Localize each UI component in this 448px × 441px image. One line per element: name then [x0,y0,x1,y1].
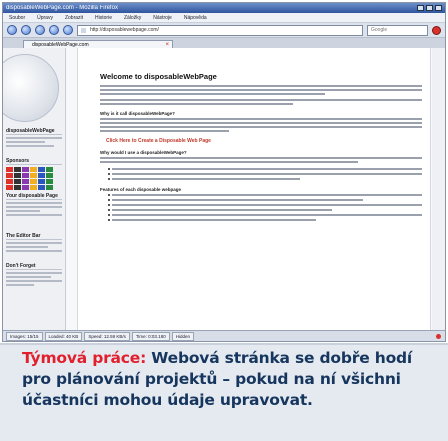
sponsor-logo-icon[interactable] [30,173,37,178]
section-heading: Why would I use a disposableWebPage? [100,150,187,155]
window-title: disposableWebPage.com - Mozilla Firefox [6,5,118,11]
window-titlebar: disposableWebPage.com - Mozilla Firefox [3,3,445,13]
site-logo [3,54,59,122]
list-item [108,213,422,217]
status-time: Time: 0:03.180 [131,331,170,341]
list-item [108,208,422,212]
sidebar-heading: The Editor Bar [6,233,62,240]
section-heading: Features of each disposable webpage [100,187,182,192]
sponsor-logo-icon[interactable] [38,179,45,184]
list-item [108,198,422,202]
list-item [108,172,422,176]
caption: Týmová práce: Webová stránka se dobře ho… [22,348,442,411]
sidebar-heading: Sponsors [6,158,62,165]
sponsor-logo-icon[interactable] [38,167,45,172]
caption-panel: Týmová práce: Webová stránka se dobře ho… [0,345,448,441]
sponsor-logo-icon[interactable] [30,179,37,184]
forward-icon[interactable] [21,25,31,35]
menu-view[interactable]: Zobrazit [65,15,83,21]
sidebar-heading: Your disposable Page [6,193,62,200]
menu-history[interactable]: Historie [95,15,112,21]
text-block [100,118,422,132]
sponsor-logo-icon[interactable] [14,179,21,184]
sponsor-logo-icon[interactable] [38,173,45,178]
browser-window: disposableWebPage.com - Mozilla Firefox … [2,2,446,342]
minimize-button[interactable] [417,5,424,11]
menu-tools[interactable]: Nástroje [153,15,172,21]
create-page-link[interactable]: Click Here to Create a Disposable Web Pa… [106,138,422,144]
page-right-margin [432,48,445,331]
sidebar-heading: Don't Forget [6,263,62,270]
sponsor-logo-icon[interactable] [22,179,29,184]
sponsor-logo-icon[interactable] [6,167,13,172]
menu-help[interactable]: Nápověda [184,15,207,21]
status-loaded: Loaded: 40 KB [44,331,83,341]
status-hidden: Hidden [171,331,194,341]
sponsors-section: Sponsors [6,158,62,190]
sponsor-logos[interactable] [6,167,62,190]
sponsor-logo-icon[interactable] [46,185,53,190]
sidebar-section: Your disposable Page [6,193,62,218]
sponsor-logo-icon[interactable] [14,173,21,178]
status-images: Images: 15/15 [6,331,43,341]
list-item [108,177,422,181]
sponsor-logo-icon[interactable] [14,185,21,190]
status-speed: Speed: 12.59 KB/s [84,331,130,341]
sponsor-logo-icon[interactable] [6,173,13,178]
sponsor-logo-icon[interactable] [22,167,29,172]
sponsor-logo-icon[interactable] [22,173,29,178]
address-bar[interactable]: http://disposablewebpage.com/ [77,24,363,36]
list-item [108,218,422,222]
menu-edit[interactable]: Úpravy [37,15,53,21]
back-icon[interactable] [7,25,17,35]
reload-icon[interactable] [35,25,45,35]
status-indicator-icon [436,333,441,339]
sponsor-logo-icon[interactable] [6,185,13,190]
list-item [108,193,422,197]
status-bar: Images: 15/15 Loaded: 40 KB Speed: 12.59… [3,330,445,341]
page-main: Welcome to disposableWebPage Why is it c… [77,48,431,331]
page-viewport: disposableWebPage Sponsors Your disposab… [3,48,445,331]
page-title: Welcome to disposableWebPage [100,72,217,81]
sidebar-section: Don't Forget [6,263,62,288]
sponsor-logo-icon[interactable] [14,167,21,172]
sponsor-logo-icon[interactable] [30,167,37,172]
sidebar-section: disposableWebPage [6,128,62,149]
list-item [108,203,422,207]
sponsor-logo-icon[interactable] [30,185,37,190]
sponsor-logo-icon[interactable] [46,167,53,172]
sidebar-heading: disposableWebPage [6,128,62,135]
section-heading: Why is it call disposableWebPage? [100,111,175,116]
menu-file[interactable]: Soubor [9,15,25,21]
navigation-toolbar: http://disposablewebpage.com/ Google [3,23,445,38]
text-block [100,99,422,105]
sponsor-logo-icon[interactable] [22,185,29,190]
caption-lead: Týmová práce: [22,349,147,367]
maximize-button[interactable] [426,5,433,11]
sidebar-section: The Editor Bar [6,233,62,254]
menu-bookmarks[interactable]: Záložky [124,15,141,21]
page-sidebar: disposableWebPage Sponsors Your disposab… [3,48,66,331]
sponsor-logo-icon[interactable] [46,179,53,184]
sponsor-logo-icon[interactable] [46,173,53,178]
search-input[interactable]: Google [367,24,428,36]
sponsor-logo-icon[interactable] [6,179,13,184]
home-icon[interactable] [63,25,73,35]
close-button[interactable] [435,5,442,11]
search-go-icon[interactable] [432,25,441,35]
menu-bar: Soubor Úpravy Zobrazit Historie Záložky … [3,13,445,23]
text-block [100,157,422,163]
tab-disposablewebpage[interactable]: disposableWebPage.com × [23,40,173,48]
stop-icon[interactable] [49,25,59,35]
text-block [100,85,422,95]
list-item [108,167,422,171]
sponsor-logo-icon[interactable] [38,185,45,190]
